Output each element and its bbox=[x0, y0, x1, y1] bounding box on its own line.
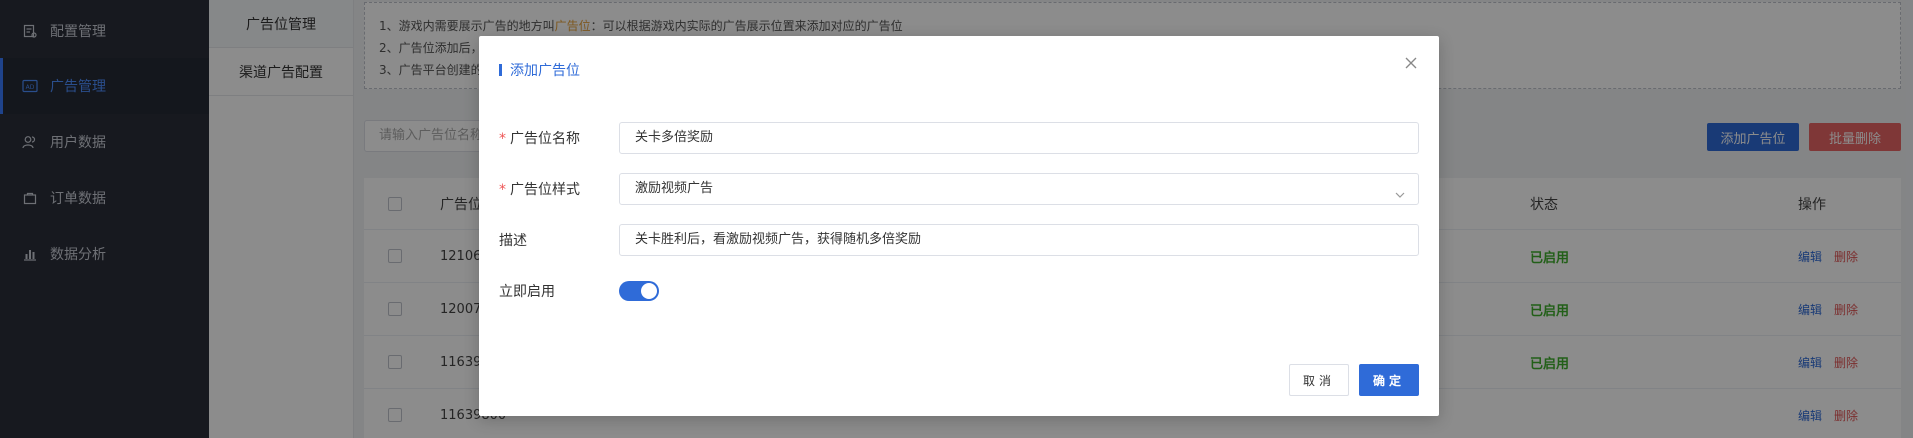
form-row-name: * 广告位名称 关卡多倍奖励 bbox=[499, 122, 1419, 154]
selected-style: 激励视频广告 bbox=[635, 181, 714, 196]
name-label: * 广告位名称 bbox=[499, 131, 580, 147]
close-icon[interactable] bbox=[1401, 53, 1421, 73]
enable-toggle[interactable] bbox=[619, 281, 659, 301]
desc-label: 描述 bbox=[499, 233, 527, 249]
form-row-style: * 广告位样式 激励视频广告 bbox=[499, 173, 1419, 205]
title-accent-bar bbox=[499, 64, 502, 76]
required-mark: * bbox=[499, 182, 506, 198]
ad-slot-style-select[interactable]: 激励视频广告 bbox=[619, 173, 1419, 205]
dialog-title: 添加广告位 bbox=[499, 60, 580, 80]
style-label: * 广告位样式 bbox=[499, 182, 580, 198]
form-row-enable: 立即启用 bbox=[499, 275, 1419, 307]
chevron-down-icon bbox=[1394, 183, 1406, 198]
form-row-desc: 描述 关卡胜利后，看激励视频广告，获得随机多倍奖励 bbox=[499, 224, 1419, 256]
cancel-button[interactable]: 取消 bbox=[1289, 364, 1349, 396]
description-field[interactable]: 关卡胜利后，看激励视频广告，获得随机多倍奖励 bbox=[619, 224, 1419, 256]
ad-slot-name-field[interactable]: 关卡多倍奖励 bbox=[619, 122, 1419, 154]
add-ad-slot-dialog: 添加广告位 * 广告位名称 关卡多倍奖励 * 广告位样式 激励视频广告 描述 关卡胜… bbox=[479, 36, 1439, 416]
confirm-button[interactable]: 确定 bbox=[1359, 364, 1419, 396]
toggle-knob bbox=[641, 283, 657, 299]
enable-label: 立即启用 bbox=[499, 284, 555, 300]
required-mark: * bbox=[499, 131, 506, 147]
dialog-title-text: 添加广告位 bbox=[510, 63, 580, 79]
